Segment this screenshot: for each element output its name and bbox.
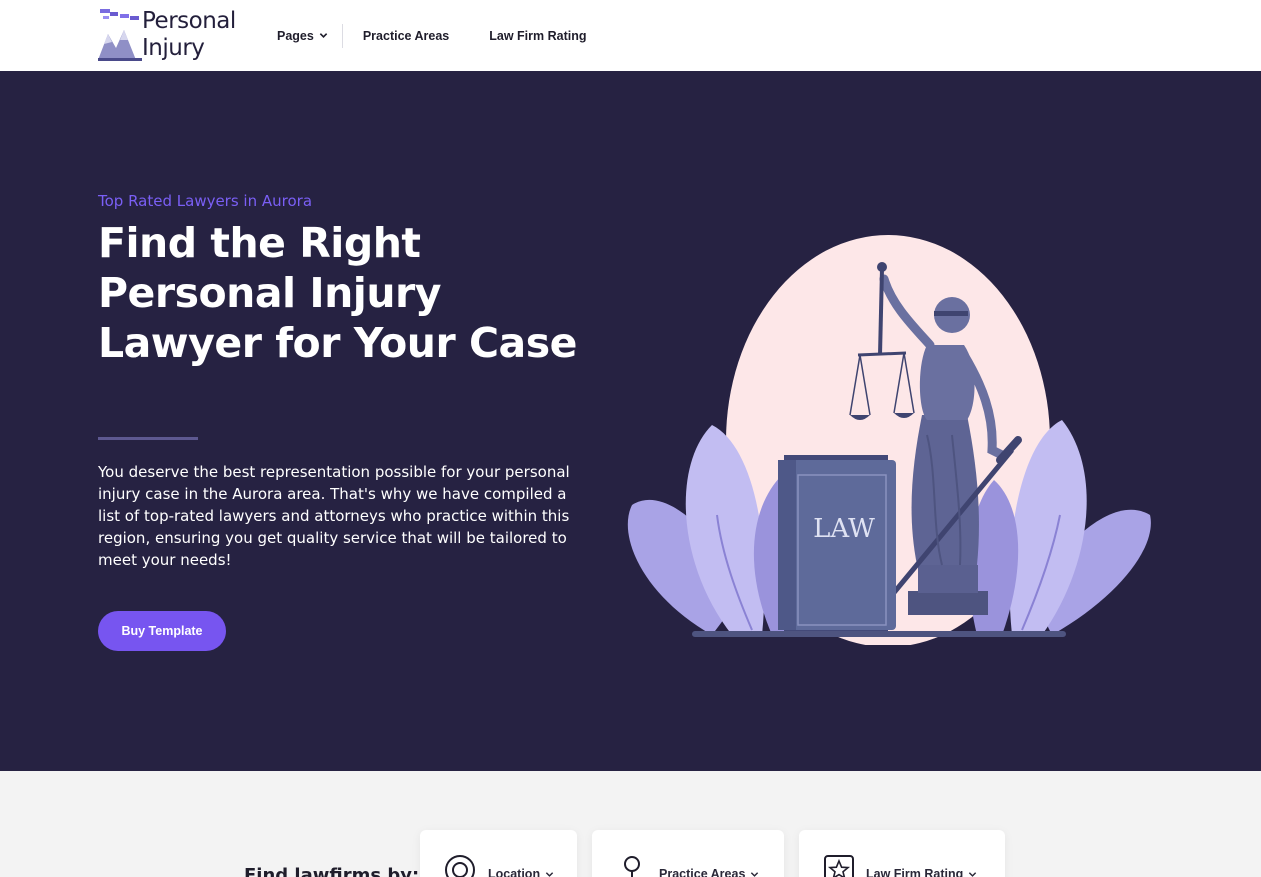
buy-template-button[interactable]: Buy Template (98, 611, 226, 651)
hero-intro-text: You deserve the best representation poss… (98, 463, 570, 569)
filter-practice-areas-label: Practice Areas (659, 867, 759, 877)
chevron-down-icon (319, 33, 328, 38)
logo-line-2: Injury (142, 35, 205, 61)
nav-practice-areas-label: Practice Areas (362, 28, 450, 43)
filter-location-label: Location (488, 867, 554, 877)
hero-eyebrow: Top Rated Lawyers in Aurora (98, 192, 313, 210)
filter-practice-areas-dropdown[interactable]: Practice Areas (592, 830, 784, 877)
site-header: Personal Injury Pages Practice Areas Law… (0, 0, 1261, 71)
statue-pedestal (918, 565, 978, 593)
logo-wordmark: Personal Injury (142, 8, 236, 62)
statue-base (908, 591, 988, 615)
nav-law-firm-rating-link[interactable]: Law Firm Rating (489, 29, 586, 43)
star-rating-icon (824, 855, 854, 877)
find-lawfirms-section: Find lawfirms by: Location Practice Area… (0, 771, 1261, 877)
chevron-down-icon (545, 871, 554, 877)
hero-headline: Find the Right Personal Injury Lawyer fo… (98, 219, 577, 367)
filter-law-firm-rating-label: Law Firm Rating (866, 867, 977, 877)
logo-line-1: Personal (142, 8, 236, 34)
book-label: LAW (813, 514, 875, 544)
filter-location-dropdown[interactable]: Location (420, 830, 577, 877)
nav-divider (341, 23, 343, 48)
site-logo[interactable]: Personal Injury (98, 8, 248, 64)
nav-practice-areas-link[interactable]: Practice Areas (363, 29, 449, 43)
practice-areas-icon (624, 856, 640, 877)
logo-mark-icon (98, 9, 142, 61)
chevron-down-icon (751, 871, 759, 877)
nav-pages-dropdown[interactable]: Pages (277, 29, 328, 43)
chevron-down-icon (969, 871, 977, 877)
lady-justice-illustration: LAW (627, 235, 1151, 645)
nav-law-firm-rating-label: Law Firm Rating (489, 28, 587, 43)
hero-divider (98, 437, 198, 440)
nav-pages-label: Pages (277, 28, 314, 43)
hero-section: Top Rated Lawyers in Aurora Find the Rig… (0, 71, 1261, 771)
location-target-icon (445, 855, 475, 877)
filter-law-firm-rating-dropdown[interactable]: Law Firm Rating (799, 830, 1005, 877)
law-book-icon: LAW (778, 455, 896, 635)
find-lawfirms-label: Find lawfirms by: (244, 865, 420, 877)
main-nav: Pages Practice Areas Law Firm Rating (277, 0, 586, 71)
illustration-ground (692, 631, 1066, 637)
